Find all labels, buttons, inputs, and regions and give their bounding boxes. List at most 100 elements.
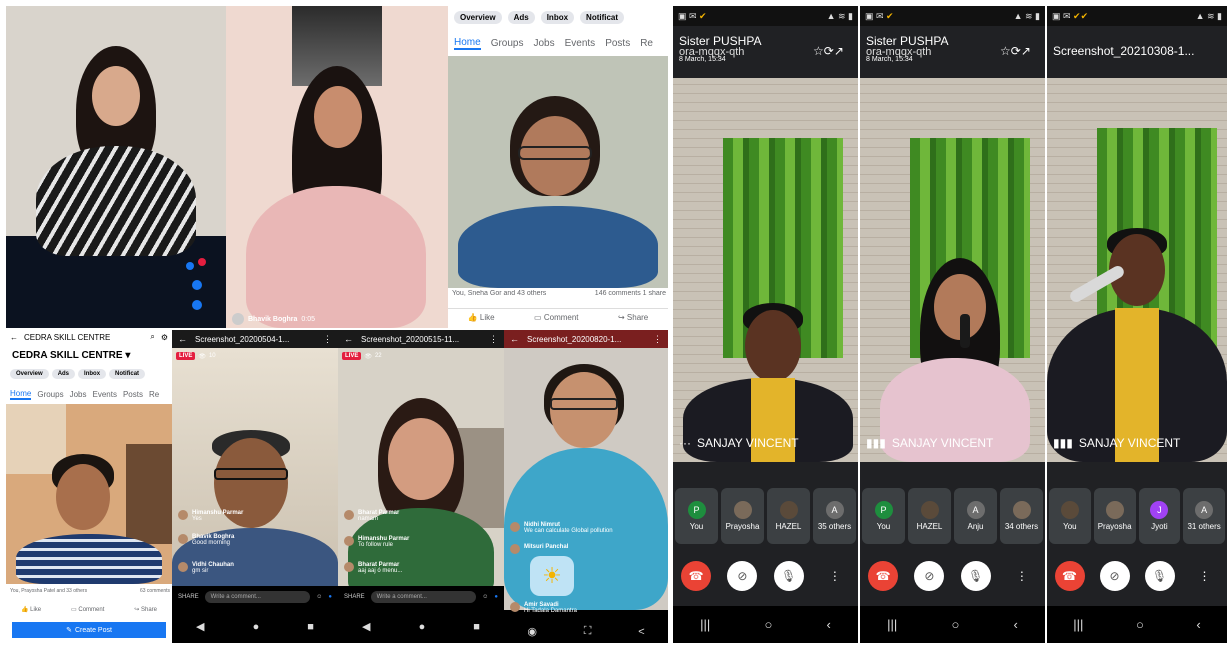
page-title: CEDRA SKILL CENTRE ▾ bbox=[12, 350, 131, 361]
camera-off-button[interactable]: ⊘ bbox=[1099, 561, 1130, 591]
pill-ads[interactable]: Ads bbox=[51, 369, 76, 379]
more-icon[interactable]: ⋮ bbox=[323, 334, 332, 345]
comment-button[interactable]: ▭ Comment bbox=[534, 313, 578, 322]
pill-ads[interactable]: Ads bbox=[507, 10, 535, 24]
tab-groups[interactable]: Groups bbox=[491, 38, 524, 49]
pill-overview[interactable]: Overview bbox=[454, 10, 502, 24]
like-icon[interactable]: ● bbox=[328, 594, 332, 600]
live-comment: Vidhi Chauhan gm sir bbox=[178, 562, 234, 574]
pill-inbox[interactable]: Inbox bbox=[78, 369, 107, 379]
tab-posts[interactable]: Posts bbox=[605, 38, 630, 49]
more-options-button[interactable]: ⋮ bbox=[820, 561, 850, 591]
like-button[interactable]: 👍 Like bbox=[468, 313, 495, 322]
pill-notifications[interactable]: Notificat bbox=[109, 369, 146, 379]
tab-home[interactable]: Home bbox=[10, 389, 32, 400]
share-button[interactable]: ↪ Share bbox=[134, 606, 157, 613]
back-nav-icon[interactable]: ◀ bbox=[196, 620, 204, 633]
background-shelf bbox=[126, 444, 172, 544]
end-call-button[interactable]: ☎ bbox=[868, 561, 899, 591]
participant-tile[interactable]: A 31 others bbox=[1183, 488, 1225, 544]
search-icon[interactable]: ⌕ bbox=[150, 332, 154, 342]
participant-tile[interactable]: A 35 others bbox=[813, 488, 856, 544]
tab-posts[interactable]: Posts bbox=[123, 390, 143, 399]
recents-nav-icon[interactable]: ||| bbox=[700, 617, 710, 632]
end-call-button[interactable]: ☎ bbox=[1054, 561, 1085, 591]
tab-jobs[interactable]: Jobs bbox=[533, 38, 554, 49]
like-icon[interactable]: ● bbox=[494, 594, 498, 600]
more-icon[interactable]: ⋮ bbox=[489, 334, 498, 345]
comments-count[interactable]: 63 comments bbox=[140, 588, 170, 598]
back-nav-icon[interactable]: ‹ bbox=[1014, 617, 1018, 632]
participant-tile[interactable]: You bbox=[1049, 488, 1091, 544]
post-video[interactable] bbox=[448, 56, 668, 288]
home-nav-icon[interactable]: ○ bbox=[1136, 617, 1144, 632]
share-icon[interactable]: < bbox=[638, 626, 644, 638]
participant-tile[interactable]: A Anju bbox=[954, 488, 997, 544]
home-nav-icon[interactable]: ○ bbox=[764, 617, 772, 632]
page-post-video[interactable] bbox=[6, 404, 172, 584]
create-post-button[interactable]: ✎ Create Post bbox=[12, 622, 166, 638]
like-button[interactable]: 👍 Like bbox=[21, 606, 41, 613]
emoji-icon[interactable]: ☺ bbox=[482, 594, 488, 600]
participant-tile[interactable]: J Jyoti bbox=[1138, 488, 1181, 544]
camera-off-button[interactable]: ⊘ bbox=[727, 561, 758, 591]
gear-icon[interactable]: ⚙ bbox=[161, 333, 168, 342]
more-options-button[interactable]: ⋮ bbox=[1007, 561, 1037, 591]
signal-icons: ▲ ≋ ▮ bbox=[826, 10, 853, 21]
tab-groups[interactable]: Groups bbox=[37, 390, 63, 399]
tab-more[interactable]: Re bbox=[640, 38, 653, 49]
end-call-button[interactable]: ☎ bbox=[681, 561, 712, 591]
emoji-icon[interactable]: ☺ bbox=[316, 594, 322, 600]
crop-icon[interactable]: ⛶ bbox=[584, 625, 592, 638]
tab-jobs[interactable]: Jobs bbox=[70, 390, 87, 399]
back-arrow-icon[interactable]: ← bbox=[178, 334, 187, 344]
recents-nav-icon[interactable]: ||| bbox=[887, 617, 897, 632]
more-icon[interactable]: ⋮ bbox=[653, 334, 662, 345]
pill-overview[interactable]: Overview bbox=[10, 369, 49, 379]
mic-off-button[interactable]: 🎙 bbox=[773, 561, 804, 591]
participant-tile[interactable]: Prayosha bbox=[1093, 488, 1136, 544]
participant-tile[interactable]: P You bbox=[862, 488, 905, 544]
comment-button[interactable]: ▭ Comment bbox=[71, 606, 104, 613]
participant-tile[interactable]: P You bbox=[675, 488, 718, 544]
back-nav-icon[interactable]: ‹ bbox=[1196, 617, 1200, 632]
comment-input[interactable]: Write a comment... bbox=[370, 591, 477, 603]
pill-inbox[interactable]: Inbox bbox=[540, 10, 575, 24]
tab-events[interactable]: Events bbox=[565, 38, 596, 49]
participant-tile[interactable]: Prayosha bbox=[721, 488, 764, 544]
mic-off-button[interactable]: 🎙 bbox=[960, 561, 991, 591]
header-icons[interactable]: ☆⟳↗ bbox=[1000, 44, 1031, 58]
camera-icon[interactable]: ◉ bbox=[527, 625, 537, 638]
back-arrow-icon[interactable]: ← bbox=[344, 334, 353, 344]
back-nav-icon[interactable]: ◀ bbox=[362, 620, 370, 633]
home-nav-icon[interactable]: ○ bbox=[951, 617, 959, 632]
share-button[interactable]: SHARE bbox=[344, 594, 365, 600]
participant-tile[interactable]: 34 others bbox=[1000, 488, 1043, 544]
reaction-icons bbox=[182, 258, 212, 318]
more-options-button[interactable]: ⋮ bbox=[1190, 561, 1220, 591]
camera-off-button[interactable]: ⊘ bbox=[914, 561, 945, 591]
home-nav-icon[interactable]: ● bbox=[253, 621, 260, 633]
reactions-summary[interactable]: You, Prayosha Patel and 33 others bbox=[10, 588, 87, 598]
home-nav-icon[interactable]: ● bbox=[419, 621, 426, 633]
comment-icon: ▭ bbox=[71, 606, 77, 613]
comment-input[interactable]: Write a comment... bbox=[204, 591, 311, 603]
share-button[interactable]: SHARE bbox=[178, 594, 199, 600]
recents-nav-icon[interactable]: ||| bbox=[1073, 617, 1083, 632]
pill-notifications[interactable]: Notificat bbox=[580, 10, 625, 24]
reactions-summary[interactable]: You, Sneha Gor and 43 others bbox=[452, 290, 546, 302]
back-nav-icon[interactable]: ‹ bbox=[827, 617, 831, 632]
tab-events[interactable]: Events bbox=[92, 390, 116, 399]
mic-off-button[interactable]: 🎙 bbox=[1144, 561, 1175, 591]
recent-nav-icon[interactable]: ■ bbox=[307, 621, 314, 633]
recent-nav-icon[interactable]: ■ bbox=[473, 621, 480, 633]
comments-count[interactable]: 146 comments 1 share bbox=[595, 290, 666, 302]
header-icons[interactable]: ☆⟳↗ bbox=[813, 44, 844, 58]
participant-tile[interactable]: HAZEL bbox=[767, 488, 810, 544]
tab-more[interactable]: Re bbox=[149, 390, 159, 399]
participant-tile[interactable]: HAZEL bbox=[908, 488, 951, 544]
back-arrow-icon[interactable]: ← bbox=[10, 333, 18, 342]
share-button[interactable]: ↪ Share bbox=[618, 313, 648, 322]
back-arrow-icon[interactable]: ← bbox=[510, 334, 519, 344]
tab-home[interactable]: Home bbox=[454, 37, 481, 50]
